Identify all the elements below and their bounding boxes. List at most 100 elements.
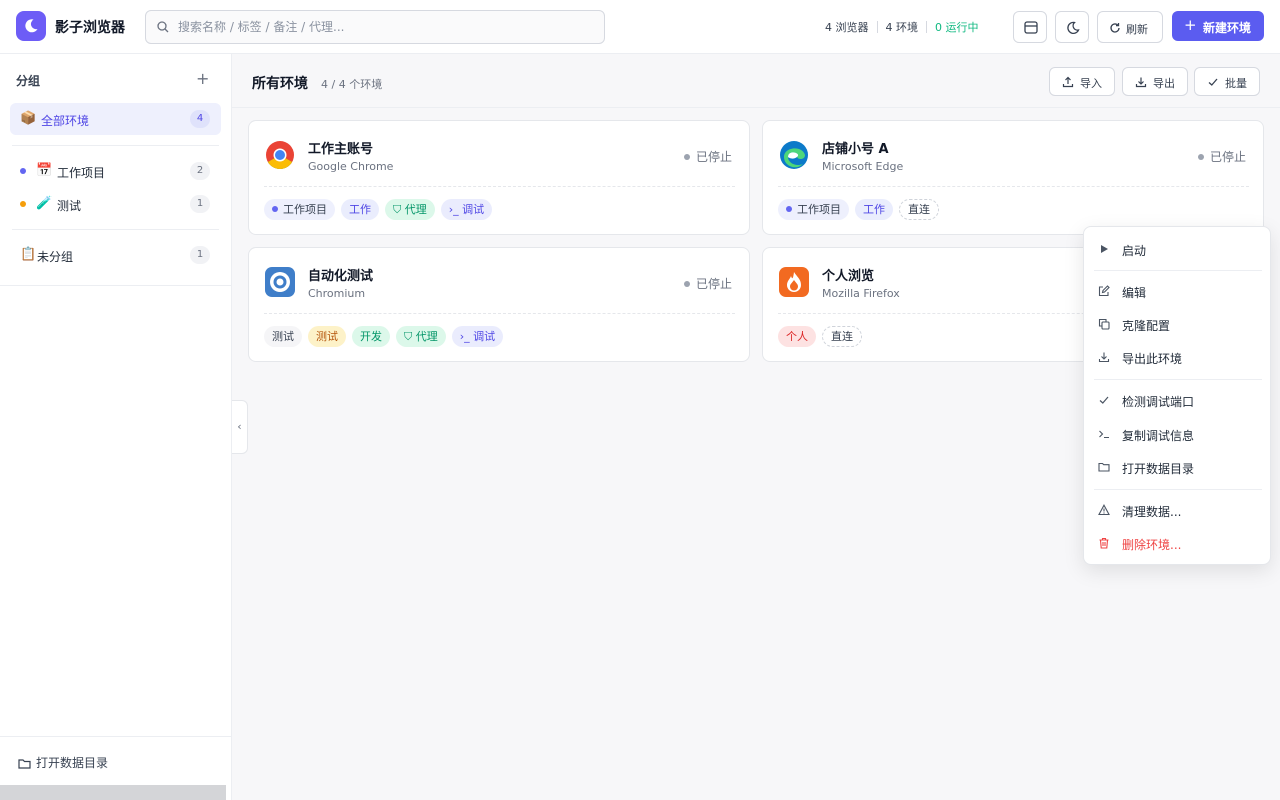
running-count: 0 运行中: [935, 21, 979, 34]
status-label: 已停止: [696, 277, 733, 291]
env-card[interactable]: 自动化测试 Chromium 已停止 测试 测试 开发 ⛉ 代理 ›_ 调试: [248, 247, 750, 362]
sidebar-scrollbar[interactable]: [0, 785, 226, 800]
divider: [778, 186, 1249, 187]
new-environment-button[interactable]: + 新建环境: [1172, 11, 1264, 41]
group-tag: 工作项目: [778, 199, 849, 220]
status-badge: 已停止: [1198, 148, 1246, 165]
refresh-label: 刷新: [1126, 23, 1148, 36]
group-color-dot: [786, 206, 792, 212]
sidebar-item-label: 工作项目: [57, 166, 106, 180]
menu-item-label: 导出此环境: [1122, 352, 1183, 366]
sidebar-item-label: 未分组: [37, 250, 74, 264]
upload-icon: [1062, 76, 1074, 88]
terminal-icon: [1099, 430, 1109, 439]
import-label: 导入: [1080, 77, 1102, 90]
sidebar-item-all[interactable]: 📦 全部环境 4: [10, 103, 221, 135]
window-toggle-button[interactable]: [1013, 11, 1047, 43]
tag-list: 工作项目 工作 ⛉ 代理 ›_ 调试: [264, 199, 493, 220]
import-button[interactable]: 导入: [1049, 67, 1115, 96]
export-button[interactable]: 导出: [1122, 67, 1188, 96]
sidebar: 分组 + 📦 全部环境 4 📅 工作项目 2 🧪 测试 1 📋 未分组 1 打开…: [0, 54, 232, 800]
tag-list: 测试 测试 开发 ⛉ 代理 ›_ 调试: [264, 326, 504, 347]
copy-icon: [1098, 318, 1110, 330]
search-box[interactable]: [145, 10, 605, 44]
search-icon: [157, 21, 169, 33]
divider: [1094, 379, 1262, 380]
context-menu: 启动 编辑 克隆配置 导出此环境 检测调试端口 复制调试信息 打开数据目录 清理…: [1083, 226, 1271, 565]
box-icon: 📦: [20, 111, 37, 126]
app-logo-icon: [16, 11, 46, 41]
warning-icon: [1098, 504, 1110, 516]
count-badge: 4: [190, 110, 210, 128]
page-title: 所有环境: [252, 76, 308, 92]
open-data-dir-label: 打开数据目录: [36, 756, 109, 770]
env-browser: Chromium: [308, 287, 366, 300]
debug-tag-label: 调试: [462, 203, 485, 216]
menu-item-label: 检测调试端口: [1122, 395, 1195, 409]
env-card[interactable]: 店铺小号 A Microsoft Edge 已停止 工作项目 工作 直连: [762, 120, 1264, 235]
group-tag: 测试: [264, 326, 302, 347]
group-tag: 工作项目: [264, 199, 335, 220]
proxy-tag: ⛉ 代理: [385, 199, 435, 220]
status-badge: 已停止: [684, 275, 732, 292]
menu-item-label: 启动: [1122, 244, 1147, 258]
shield-icon: ⛉: [393, 203, 405, 216]
sidebar-item-label: 测试: [57, 199, 82, 213]
env-name: 工作主账号: [308, 142, 374, 157]
label-tag: 工作: [855, 199, 893, 220]
status-dot: [1198, 154, 1204, 160]
refresh-button[interactable]: 刷新: [1097, 11, 1163, 43]
sidebar-item-work-project[interactable]: 📅 工作项目 2: [10, 155, 221, 187]
count-badge: 1: [190, 195, 210, 213]
firefox-icon: [779, 267, 809, 297]
env-name: 自动化测试: [308, 269, 374, 284]
divider: [0, 736, 231, 737]
divider: [1094, 489, 1262, 490]
export-label: 导出: [1153, 77, 1175, 90]
moon-icon: [1067, 21, 1080, 34]
divider: [264, 313, 735, 314]
browser-count: 4 浏览器: [825, 21, 869, 34]
search-input[interactable]: [178, 11, 598, 43]
sidebar-item-test[interactable]: 🧪 测试 1: [10, 188, 221, 220]
group-tag-label: 测试: [272, 330, 294, 343]
chevron-left-icon: ‹: [237, 420, 242, 433]
env-card[interactable]: 工作主账号 Google Chrome 已停止 工作项目 工作 ⛉ 代理 ›_ …: [248, 120, 750, 235]
menu-item-label: 复制调试信息: [1122, 429, 1195, 443]
env-browser: Google Chrome: [308, 160, 394, 173]
direct-tag: 直连: [899, 199, 939, 220]
divider: [12, 145, 219, 146]
add-group-button[interactable]: +: [196, 69, 209, 88]
sidebar-item-ungrouped[interactable]: 📋 未分组 1: [10, 239, 221, 271]
open-data-dir-link[interactable]: 打开数据目录: [18, 754, 108, 771]
direct-tag: 直连: [822, 326, 862, 347]
refresh-icon: [1110, 23, 1120, 33]
proxy-tag-label: 代理: [415, 330, 438, 343]
theme-toggle-button[interactable]: [1055, 11, 1089, 43]
shield-icon: ⛉: [404, 330, 416, 343]
batch-button[interactable]: 批量: [1194, 67, 1260, 96]
env-count: 4 环境: [885, 21, 919, 34]
tag-list: 个人 直连: [778, 326, 862, 347]
window-icon: [1024, 21, 1038, 34]
label-tag: 测试: [308, 326, 346, 347]
menu-item-label: 清理数据...: [1122, 505, 1182, 519]
check-icon: [1099, 396, 1109, 404]
calendar-icon: 📅: [36, 163, 53, 178]
tag-list: 工作项目 工作 直连: [778, 199, 939, 220]
folder-icon: [1098, 462, 1110, 472]
group-color-dot: [20, 201, 26, 207]
collapse-sidebar-button[interactable]: ‹: [232, 400, 248, 454]
debug-tag: ›_ 调试: [451, 326, 504, 347]
sidebar-item-label: 全部环境: [41, 114, 90, 128]
group-color-dot: [272, 206, 278, 212]
env-summary: 4 / 4 个环境: [321, 78, 383, 91]
plus-icon: +: [1184, 16, 1197, 34]
status-label: 已停止: [696, 150, 733, 164]
env-browser: Microsoft Edge: [822, 160, 904, 173]
count-badge: 1: [190, 246, 210, 264]
env-name: 店铺小号 A: [822, 142, 889, 157]
proxy-tag: ⛉ 代理: [396, 326, 446, 347]
main-header: 所有环境 4 / 4 个环境 导入 导出 批量: [232, 54, 1280, 108]
env-browser: Mozilla Firefox: [822, 287, 900, 300]
